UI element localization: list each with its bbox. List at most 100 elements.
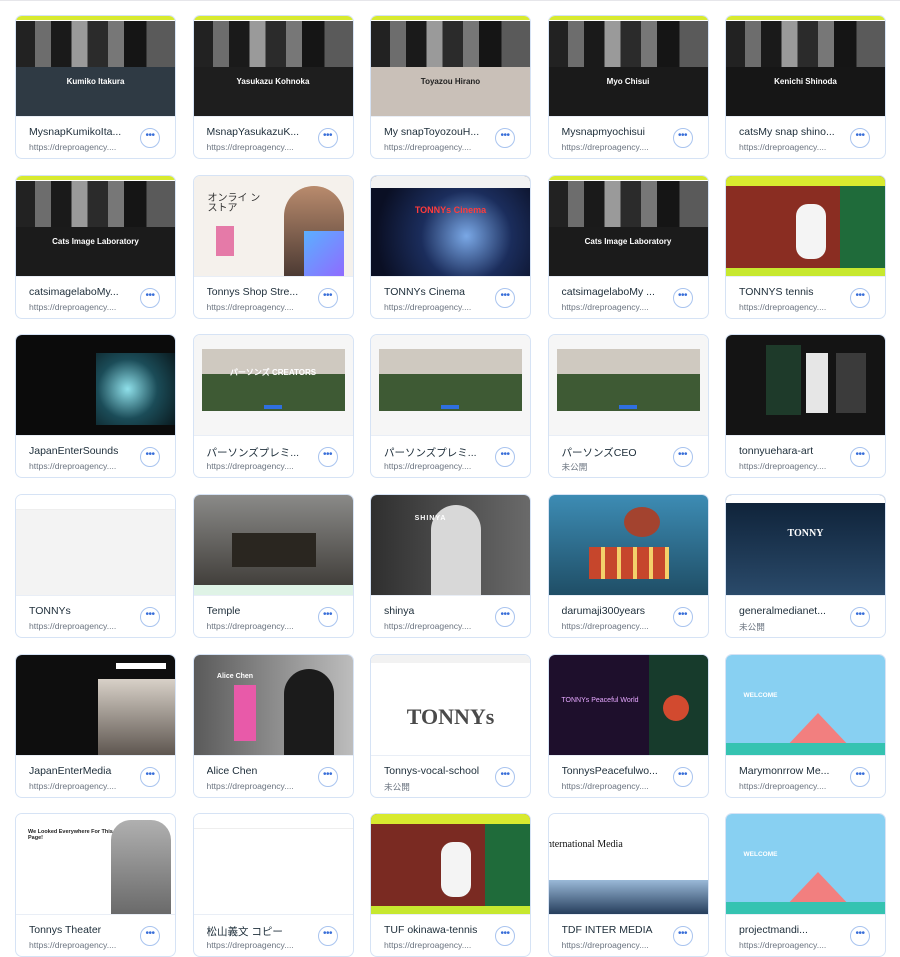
- site-thumbnail[interactable]: Myo Chisui: [548, 16, 708, 116]
- site-url: https://dreproagency....: [739, 940, 827, 951]
- site-thumbnail[interactable]: TONNYs Peaceful World: [548, 654, 708, 755]
- site-thumbnail[interactable]: [193, 495, 353, 596]
- site-thumbnail[interactable]: TONNY: [726, 495, 885, 596]
- more-actions-button[interactable]: •••: [317, 447, 338, 468]
- site-thumbnail[interactable]: WELCOME: [726, 814, 885, 915]
- site-card[interactable]: TONNYS tennis https://dreproagency.... •…: [725, 174, 886, 319]
- site-thumbnail[interactable]: We Looked Everywhere For This Page!: [16, 814, 175, 915]
- site-card[interactable]: Alice Chen Alice Chen https://dreproagen…: [192, 653, 354, 798]
- site-card[interactable]: Temple https://dreproagency.... •••: [192, 494, 354, 639]
- more-actions-button[interactable]: •••: [672, 926, 693, 947]
- site-thumbnail[interactable]: [16, 495, 175, 596]
- site-thumbnail[interactable]: Yasukazu Kohnoka: [193, 16, 353, 116]
- more-actions-button[interactable]: •••: [317, 128, 338, 148]
- more-actions-button[interactable]: •••: [140, 128, 160, 148]
- more-actions-button[interactable]: •••: [495, 766, 515, 787]
- site-thumbnail[interactable]: パーソンズ CREATORS: [193, 335, 353, 436]
- more-actions-button[interactable]: •••: [140, 447, 160, 468]
- site-thumbnail[interactable]: [193, 814, 353, 915]
- site-thumbnail[interactable]: SHINYA: [371, 495, 530, 596]
- site-card[interactable]: WELCOME projectmandi... https://dreproag…: [725, 813, 886, 957]
- thumbnail-title: Alice Chen: [216, 672, 254, 680]
- site-thumbnail[interactable]: [548, 335, 708, 436]
- more-actions-button[interactable]: •••: [495, 447, 515, 468]
- site-card[interactable]: TONNYs https://dreproagency.... •••: [15, 494, 176, 639]
- more-actions-button[interactable]: •••: [850, 766, 870, 787]
- site-card[interactable]: SHINYA shinya https://dreproagency.... •…: [370, 494, 531, 639]
- more-actions-button[interactable]: •••: [850, 607, 870, 628]
- site-thumbnail[interactable]: [726, 175, 885, 276]
- site-thumbnail[interactable]: [548, 495, 708, 596]
- site-name: shinya: [384, 605, 415, 618]
- site-thumbnail[interactable]: Toyazou Hirano: [371, 16, 530, 116]
- site-thumbnail[interactable]: Alice Chen: [193, 654, 353, 755]
- site-card[interactable]: JapanEnterSounds https://dreproagency...…: [15, 334, 176, 479]
- site-thumbnail[interactable]: オンライ ンストア: [193, 175, 353, 276]
- site-card[interactable]: We Looked Everywhere For This Page! Tonn…: [15, 813, 176, 957]
- site-thumbnail[interactable]: [16, 654, 175, 755]
- thumbnail-title: TONNYs: [406, 703, 495, 729]
- site-thumbnail[interactable]: [726, 335, 885, 436]
- site-thumbnail[interactable]: [371, 814, 530, 915]
- site-card[interactable]: Cats Image Laboratory catsimagelaboMy ..…: [547, 174, 709, 319]
- site-card[interactable]: パーソンズ CREATORS パーソンズプレミ... https://drepr…: [192, 334, 354, 479]
- more-actions-button[interactable]: •••: [317, 926, 338, 947]
- more-actions-button[interactable]: •••: [672, 128, 693, 148]
- site-card[interactable]: Myo Chisui Mysnapmyochisui https://drepr…: [547, 15, 709, 159]
- more-actions-button[interactable]: •••: [850, 128, 870, 148]
- site-card[interactable]: TDF International Media TDF INTER MEDIA …: [547, 813, 709, 957]
- site-card[interactable]: 松山義文 コピー https://dreproagency.... •••: [192, 813, 354, 957]
- site-card[interactable]: Yasukazu Kohnoka MsnapYasukazuK... https…: [192, 15, 354, 159]
- more-actions-button[interactable]: •••: [140, 607, 160, 628]
- more-actions-button[interactable]: •••: [672, 607, 693, 628]
- site-url: https://dreproagency....: [561, 301, 649, 312]
- site-card[interactable]: Cats Image Laboratory catsimagelaboMy...…: [15, 174, 176, 319]
- site-card[interactable]: Kumiko Itakura MysnapKumikoIta... https:…: [15, 15, 176, 159]
- site-thumbnail[interactable]: WELCOME: [726, 654, 885, 755]
- site-url: https://dreproagency....: [561, 621, 649, 632]
- more-actions-button[interactable]: •••: [495, 607, 515, 628]
- site-card[interactable]: パーソンズプレミ... https://dreproagency.... •••: [370, 334, 531, 479]
- more-actions-button[interactable]: •••: [317, 766, 338, 787]
- more-actions-button[interactable]: •••: [140, 287, 160, 308]
- site-card[interactable]: WELCOME Marymonrrow Me... https://drepro…: [725, 653, 886, 798]
- site-card[interactable]: darumaji300years https://dreproagency...…: [547, 494, 709, 639]
- site-card[interactable]: TONNYs Cinema TONNYs Cinema https://drep…: [370, 174, 531, 319]
- site-thumbnail[interactable]: Cats Image Laboratory: [548, 175, 708, 276]
- more-actions-button[interactable]: •••: [850, 287, 870, 308]
- site-card[interactable]: TUF okinawa-tennis https://dreproagency.…: [370, 813, 531, 957]
- site-card[interactable]: Toyazou Hirano My snapToyozouH... https:…: [370, 15, 531, 159]
- more-actions-button[interactable]: •••: [672, 447, 693, 468]
- more-actions-button[interactable]: •••: [317, 287, 338, 308]
- site-card[interactable]: JapanEnterMedia https://dreproagency....…: [15, 653, 176, 798]
- more-actions-button[interactable]: •••: [495, 287, 515, 308]
- site-thumbnail[interactable]: [371, 335, 530, 436]
- site-thumbnail[interactable]: TONNYs Cinema: [371, 175, 530, 276]
- site-info: catsimagelaboMy ... https://dreproagency…: [548, 275, 708, 318]
- site-card[interactable]: オンライ ンストア Tonnys Shop Stre... https://dr…: [192, 174, 354, 319]
- site-thumbnail[interactable]: TONNYs: [371, 654, 530, 755]
- more-actions-button[interactable]: •••: [495, 128, 515, 148]
- more-actions-button[interactable]: •••: [317, 607, 338, 628]
- site-card[interactable]: TONNYs Tonnys-vocal-school 未公開 •••: [370, 653, 531, 798]
- site-url: https://dreproagency....: [739, 780, 827, 791]
- site-card[interactable]: パーソンズCEO 未公開 •••: [547, 334, 709, 479]
- site-info: JapanEnterMedia https://dreproagency....…: [16, 754, 175, 797]
- site-thumbnail[interactable]: Cats Image Laboratory: [16, 175, 175, 276]
- more-actions-button[interactable]: •••: [495, 926, 515, 947]
- more-actions-button[interactable]: •••: [140, 926, 160, 947]
- site-thumbnail[interactable]: [16, 335, 175, 436]
- site-card[interactable]: tonnyuehara-art https://dreproagency....…: [725, 334, 886, 479]
- more-actions-button[interactable]: •••: [850, 447, 870, 468]
- site-thumbnail[interactable]: Kenichi Shinoda: [726, 16, 885, 116]
- site-thumbnail[interactable]: Kumiko Itakura: [16, 16, 175, 116]
- site-thumbnail[interactable]: TDF International Media: [548, 814, 708, 915]
- more-actions-button[interactable]: •••: [672, 287, 693, 308]
- more-actions-button[interactable]: •••: [672, 766, 693, 787]
- site-card[interactable]: Kenichi Shinoda catsMy snap shino... htt…: [725, 15, 886, 159]
- site-card[interactable]: TONNY generalmedianet... 未公開 •••: [725, 494, 886, 639]
- more-actions-button[interactable]: •••: [140, 766, 160, 787]
- site-name: Tonnys Theater: [29, 924, 102, 937]
- site-card[interactable]: TONNYs Peaceful World TonnysPeacefulwo..…: [547, 653, 709, 798]
- more-actions-button[interactable]: •••: [850, 926, 870, 947]
